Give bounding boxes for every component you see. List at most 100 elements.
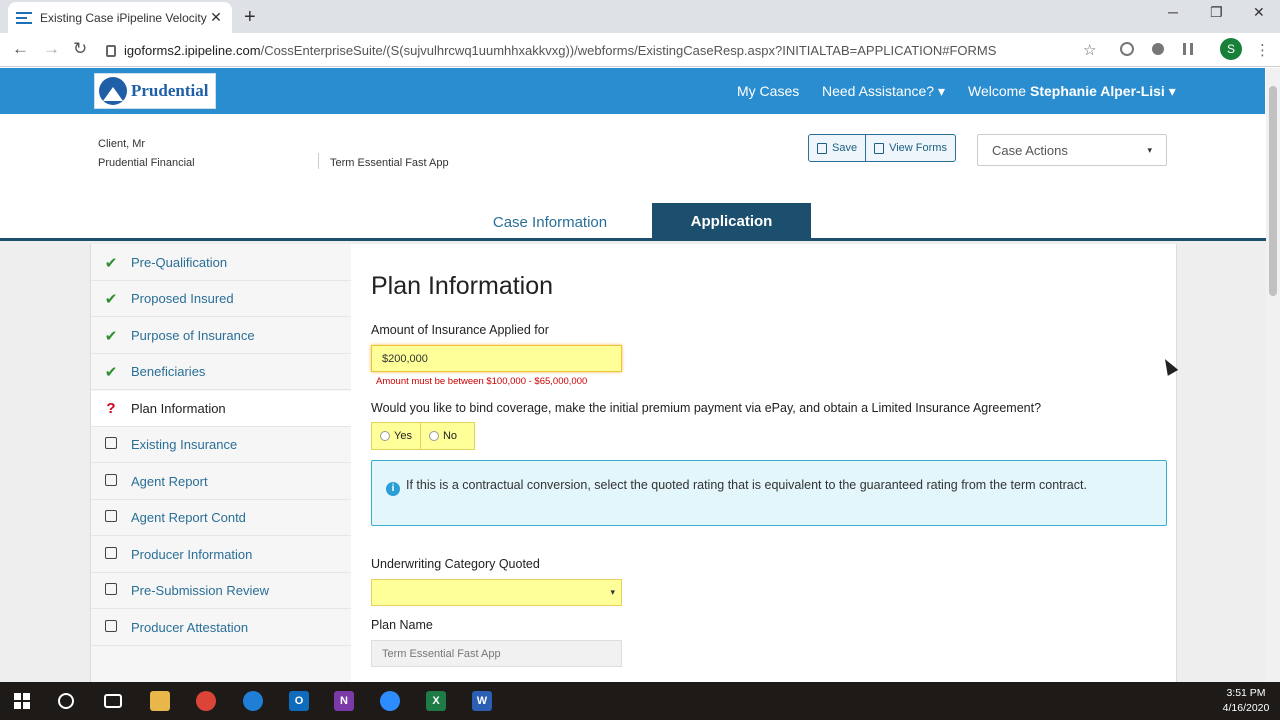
- pdf-icon: [874, 142, 885, 154]
- yes-label: Yes: [394, 430, 412, 442]
- sidebar-item-pre-submission-review[interactable]: Pre-Submission Review: [91, 573, 352, 609]
- sidebar-item-label: Producer Attestation: [131, 620, 249, 635]
- checkbox-empty-icon: [105, 510, 117, 522]
- underwriting-category-label: Underwriting Category Quoted: [371, 557, 540, 571]
- info-text: If this is a contractual conversion, sel…: [406, 478, 1087, 492]
- word-icon[interactable]: W: [472, 691, 492, 711]
- sidebar-item-label: Pre-Qualification: [131, 255, 228, 270]
- page-scrollbar[interactable]: [1266, 68, 1280, 682]
- file-explorer-icon[interactable]: [150, 691, 170, 711]
- restore-icon[interactable]: ❐: [1210, 4, 1223, 21]
- case-actions-select[interactable]: Case Actions ▾: [977, 134, 1167, 166]
- sidebar-item-agent-report-contd[interactable]: Agent Report Contd: [91, 500, 352, 536]
- browser-tab-title: Existing Case iPipeline Velocity P: [40, 10, 208, 25]
- sidebar-item-producer-attestation[interactable]: Producer Attestation: [91, 610, 352, 646]
- url-host: igoforms2.ipipeline.com: [124, 42, 261, 58]
- browser-menu-icon[interactable]: ⋮: [1255, 41, 1270, 59]
- new-tab-icon[interactable]: +: [244, 6, 256, 29]
- checkbox-empty-icon: [105, 620, 117, 632]
- save-button[interactable]: Save: [809, 135, 865, 161]
- checkbox-empty-icon: [105, 437, 117, 449]
- reload-icon[interactable]: ↻: [73, 39, 87, 59]
- zoom-icon[interactable]: [380, 691, 400, 711]
- close-window-icon[interactable]: ✕: [1253, 4, 1265, 21]
- user-name: Stephanie Alper-Lisi ▾: [1029, 83, 1176, 99]
- checkbox-empty-icon: [105, 547, 117, 559]
- url-path: /CossEnterpriseSuite/(S(sujvulhrcwq1uumh…: [260, 42, 997, 58]
- amount-error-message: Amount must be between $100,000 - $65,00…: [376, 376, 588, 387]
- company-name: Prudential Financial: [98, 157, 195, 169]
- view-forms-label: View Forms: [889, 142, 947, 154]
- system-clock[interactable]: 3:51 PM 4/16/2020: [1220, 686, 1272, 716]
- forward-icon[interactable]: →: [43, 39, 60, 59]
- extension-bars-icon[interactable]: [1183, 43, 1193, 55]
- amount-input[interactable]: $200,000: [371, 345, 622, 372]
- sidebar-item-agent-report[interactable]: Agent Report: [91, 464, 352, 500]
- tab-application[interactable]: Application: [652, 203, 811, 239]
- sidebar-item-purpose-of-insurance[interactable]: ✔ Purpose of Insurance: [91, 318, 352, 354]
- sidebar-item-pre-qualification[interactable]: ✔ Pre-Qualification: [91, 245, 352, 281]
- prudential-logo[interactable]: Prudential: [94, 73, 216, 109]
- lock-icon: [106, 45, 116, 57]
- check-icon: ✔: [104, 254, 118, 272]
- sidebar-item-label: Producer Information: [131, 547, 253, 562]
- sidebar-item-label: Beneficiaries: [131, 364, 206, 379]
- sidebar-item-label: Purpose of Insurance: [131, 328, 255, 343]
- underwriting-category-select[interactable]: ▾: [371, 579, 622, 606]
- minimize-icon[interactable]: ─: [1168, 4, 1178, 20]
- checkbox-empty-icon: [105, 583, 117, 595]
- sidebar-item-label: Proposed Insured: [131, 291, 234, 306]
- windows-start-icon[interactable]: [12, 691, 32, 711]
- browser-tab[interactable]: Existing Case iPipeline Velocity P ✕: [8, 2, 232, 33]
- question-mark-icon: ?: [106, 400, 116, 417]
- page-title: Plan Information: [371, 272, 554, 300]
- bind-coverage-question: Would you like to bind coverage, make th…: [371, 401, 1042, 415]
- excel-icon[interactable]: X: [426, 691, 446, 711]
- search-icon[interactable]: [58, 693, 74, 709]
- meta-divider: [318, 153, 319, 169]
- sidebar-item-producer-information[interactable]: Producer Information: [91, 537, 352, 573]
- sidebar-item-proposed-insured[interactable]: ✔ Proposed Insured: [91, 281, 352, 317]
- onenote-icon[interactable]: N: [334, 691, 354, 711]
- chevron-down-icon: ▾: [610, 587, 615, 597]
- edge-icon[interactable]: [243, 691, 263, 711]
- back-icon[interactable]: ←: [12, 39, 29, 59]
- sidebar-item-beneficiaries[interactable]: ✔ Beneficiaries: [91, 354, 352, 390]
- bind-no-option[interactable]: No: [419, 423, 465, 449]
- ipipeline-favicon-icon: [16, 10, 32, 26]
- checkbox-empty-icon: [105, 474, 117, 486]
- radio-button[interactable]: [428, 431, 439, 441]
- tab-case-information[interactable]: Case Information: [468, 205, 632, 239]
- bookmark-star-icon[interactable]: ☆: [1083, 41, 1096, 59]
- welcome-prefix: Welcome: [968, 83, 1027, 99]
- profile-avatar[interactable]: S: [1220, 38, 1242, 60]
- extension-circle-icon[interactable]: [1152, 43, 1164, 55]
- sidebar-item-existing-insurance[interactable]: Existing Insurance: [91, 427, 352, 463]
- bind-yes-option[interactable]: Yes: [372, 423, 420, 449]
- address-bar: ← → ↻ igoforms2.ipipeline.com /CossEnter…: [0, 33, 1280, 67]
- rock-logo-icon: [99, 77, 127, 105]
- plan-name-label: Plan Name: [371, 618, 433, 632]
- scrollbar-thumb[interactable]: [1269, 86, 1277, 296]
- my-cases-link[interactable]: My Cases: [737, 83, 799, 99]
- amount-label: Amount of Insurance Applied for: [371, 323, 549, 337]
- outlook-icon[interactable]: O: [289, 691, 309, 711]
- contractual-conversion-info: i If this is a contractual conversion, se…: [371, 460, 1167, 526]
- sidebar-item-label: Agent Report Contd: [131, 510, 246, 525]
- close-tab-icon[interactable]: ✕: [208, 9, 224, 26]
- radio-button[interactable]: [380, 431, 390, 441]
- task-view-icon[interactable]: [104, 694, 122, 708]
- extension-sync-icon[interactable]: [1120, 42, 1134, 56]
- info-icon: i: [386, 482, 400, 496]
- save-icon: [817, 142, 827, 154]
- view-forms-button[interactable]: View Forms: [865, 135, 955, 161]
- sidebar-item-plan-information[interactable]: ? Plan Information: [91, 391, 352, 427]
- product-name: Term Essential Fast App: [330, 157, 449, 169]
- windows-taskbar: O N X W: [0, 682, 1280, 720]
- chrome-icon[interactable]: [196, 691, 216, 711]
- url-field[interactable]: igoforms2.ipipeline.com /CossEnterpriseS…: [106, 37, 1106, 63]
- sidebar-item-label: Agent Report: [131, 474, 208, 489]
- need-assistance-menu[interactable]: Need Assistance? ▾: [822, 83, 945, 100]
- welcome-user-menu[interactable]: Welcome Stephanie Alper-Lisi ▾: [968, 83, 1176, 100]
- logo-text: Prudential: [131, 81, 209, 100]
